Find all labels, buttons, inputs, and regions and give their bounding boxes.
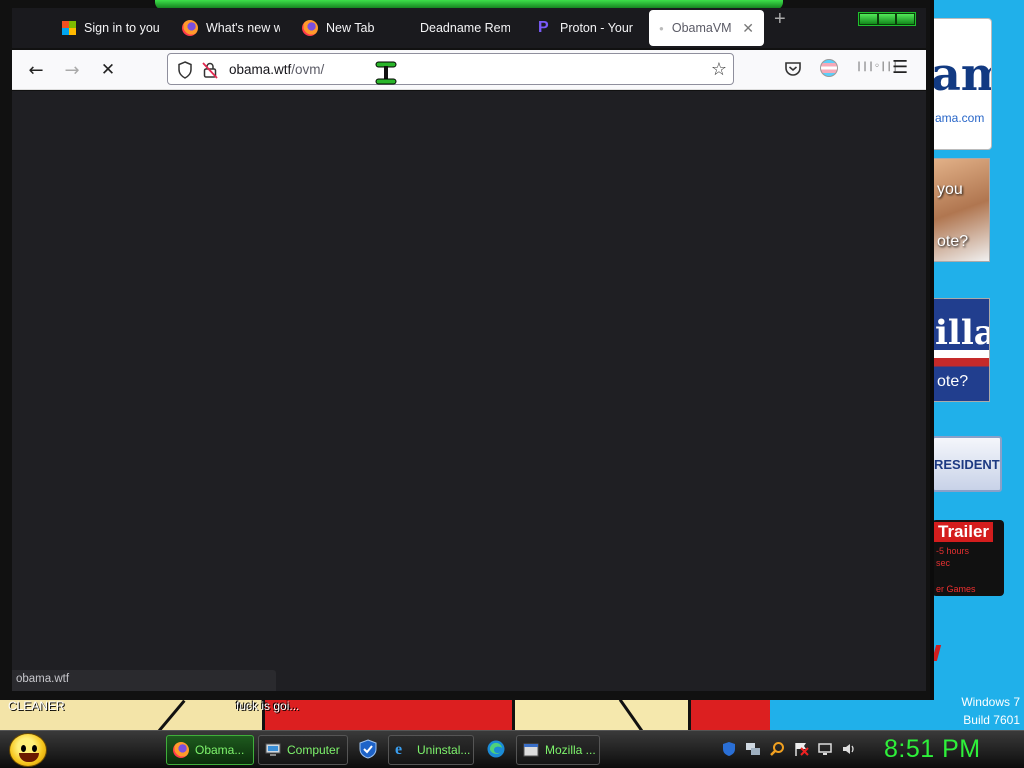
close-tab-icon[interactable]: ✕ (742, 20, 754, 37)
cartoon-yellow-area (512, 700, 690, 730)
smiley-eye (32, 745, 37, 752)
taskbar-item-label: Uninstal... (417, 743, 471, 757)
tab-bar: Sign in to your account What's new with … (12, 8, 926, 48)
trailer-ad[interactable]: Trailer -5 hours sec er Games (932, 520, 1004, 596)
security-tray-icon[interactable] (720, 740, 738, 758)
network-icon[interactable] (816, 740, 834, 758)
microsoft-logo-icon (62, 21, 76, 35)
tab-label: What's new with Firefox (206, 21, 280, 35)
obama-logo-ad[interactable]: am ama.com (930, 18, 992, 150)
maximize-button[interactable] (878, 14, 896, 24)
ad-trailer-line1: -5 hours (936, 546, 970, 556)
ad-flag-line2: ote? (937, 373, 969, 390)
ad-trailer-heading: Trailer (934, 522, 994, 542)
insecure-lock-icon[interactable] (202, 61, 218, 79)
tab-label: Deadname Remover (420, 21, 510, 35)
tab-obamavm[interactable]: ● ObamaVM ✕ (649, 10, 764, 46)
ad-president-text: RESIDENT (934, 457, 1000, 472)
taskbar-clock[interactable]: 8:51 PM (884, 735, 981, 764)
window-controls (858, 12, 916, 26)
cartoon-outline (157, 700, 186, 730)
ad-face-line2: ote? (937, 233, 969, 250)
bookmark-star-icon[interactable]: ☆ (711, 59, 727, 80)
hamburger-menu-button[interactable]: ☰ (892, 57, 908, 78)
volume-speaker-icon[interactable] (840, 740, 858, 758)
url-domain: obama.wtf (229, 62, 292, 77)
url-text[interactable]: obama.wtf/ovm/ (229, 62, 324, 77)
start-button-smiley[interactable] (9, 733, 47, 767)
window-icon (523, 743, 539, 757)
search-icon[interactable] (768, 740, 786, 758)
smiley-mouth (19, 753, 39, 762)
ad-logo-url: ama.com (935, 111, 985, 125)
stop-loading-button[interactable]: ✕ (96, 58, 120, 82)
tracking-protection-shield-icon[interactable] (177, 61, 193, 79)
cartoon-outline (688, 700, 691, 730)
tab-new-tab[interactable]: New Tab (292, 10, 410, 46)
tab-label: New Tab (326, 21, 375, 35)
minimize-button[interactable] (860, 14, 877, 24)
watermark-os: Windows 7 (961, 695, 1020, 709)
edge-icon[interactable] (486, 739, 506, 759)
back-button[interactable]: ← (24, 58, 48, 82)
watermark-build: Build 7601 (963, 713, 1020, 727)
obama-face-ad[interactable]: you ote? (932, 158, 990, 262)
tab-sign-in[interactable]: Sign in to your account (52, 10, 170, 46)
ad-flag-text: illa (935, 313, 990, 353)
text-cursor-icon (375, 61, 397, 85)
new-tab-button[interactable]: + (774, 8, 786, 31)
pocket-icon[interactable] (784, 60, 802, 78)
system-tray (720, 740, 858, 758)
taskbar-item-computer[interactable]: Computer (258, 735, 348, 765)
firefox-icon (173, 742, 189, 758)
forward-button[interactable]: → (60, 58, 84, 82)
cartoon-wallpaper-strip (0, 700, 770, 730)
taskbar: Obama... Computer e Uninstal... Mozilla … (0, 730, 1024, 768)
windows-build-watermark: Windows 7 Build 7601 (961, 693, 1020, 729)
pride-extension-icon[interactable] (820, 59, 838, 77)
address-bar[interactable]: obama.wtf/ovm/ ☆ (167, 53, 734, 85)
defender-shield-icon[interactable] (358, 739, 378, 759)
smiley-eye (21, 745, 26, 752)
taskbar-item-uninstall[interactable]: e Uninstal... (388, 735, 474, 765)
taskbar-item-firefox[interactable]: Obama... (166, 735, 254, 765)
taskbar-item-label: Obama... (195, 743, 245, 757)
flag-ad[interactable]: illa ote? (932, 298, 990, 402)
ad-trailer-line3: er Games (936, 584, 976, 594)
action-center-flag-icon[interactable] (792, 740, 810, 758)
page-content-area[interactable]: obama.wtf (12, 91, 926, 691)
status-bar-url: obama.wtf (12, 670, 276, 691)
firefox-window: Sign in to your account What's new with … (0, 0, 934, 700)
cartoon-caption: fuck is goi... (236, 699, 300, 713)
network-monitor-icon[interactable] (744, 740, 762, 758)
taskbar-item-mozilla[interactable]: Mozilla ... (516, 735, 600, 765)
ad-trailer-line2: sec (936, 558, 951, 568)
taskbar-item-label: Computer (287, 743, 340, 757)
dot-icon: ● (659, 23, 664, 33)
proton-icon: P (538, 19, 549, 36)
tab-proton[interactable]: P Proton - Your (528, 10, 646, 46)
computer-icon (265, 743, 281, 756)
cleaner-label: CLEANER (8, 699, 65, 713)
url-path: /ovm/ (291, 62, 325, 77)
firefox-icon (182, 20, 198, 36)
taskbar-item-label: Mozilla ... (545, 743, 596, 757)
ad-face-line1: you (937, 181, 963, 198)
navigation-toolbar: ← → ✕ obama.wtf/ovm/ ☆ |||◦||| ☰ (12, 50, 926, 90)
tab-whats-new[interactable]: What's new with Firefox (172, 10, 290, 46)
tab-label: Proton - Your (560, 21, 633, 35)
tab-label: Sign in to your account (84, 21, 160, 35)
tab-label: ObamaVM (671, 21, 732, 35)
firefox-icon (302, 20, 318, 36)
ad-logo-text: am (931, 47, 991, 101)
internet-explorer-icon: e (395, 741, 403, 758)
close-window-button[interactable] (897, 14, 915, 24)
cartoon-outline (512, 700, 515, 730)
president-ad[interactable]: RESIDENT (932, 436, 1002, 492)
tab-deadname-remover[interactable]: Deadname Remover (410, 10, 520, 46)
